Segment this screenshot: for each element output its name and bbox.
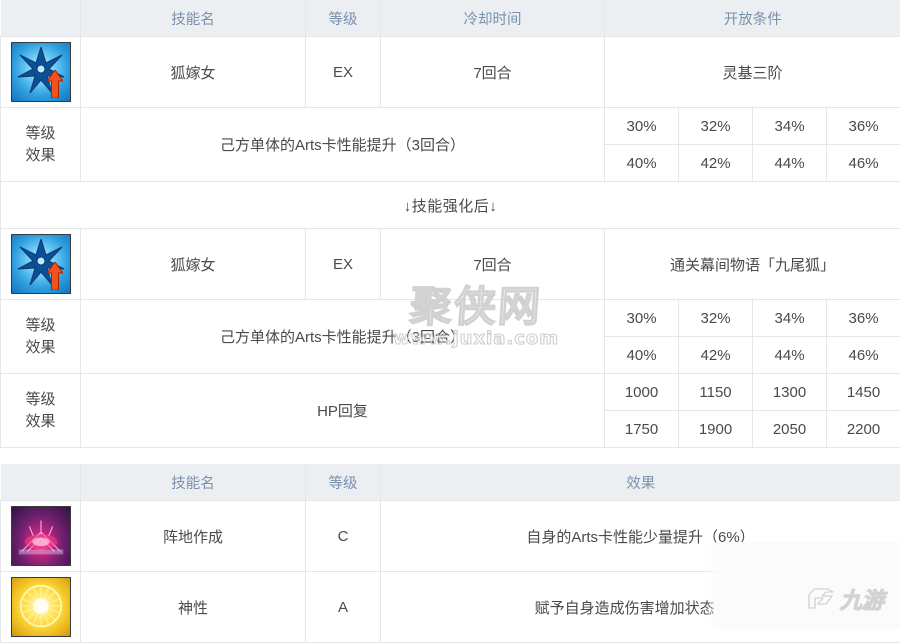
skill-rank: EX [306, 37, 381, 108]
skill-unlock-condition: 灵基三阶 [605, 37, 900, 108]
level-value: 40% [605, 145, 679, 182]
level-effect-row-1: 等级 效果 HP回复 1000 1150 1300 1450 1600 [1, 374, 900, 411]
divinity-sun-glyph [12, 578, 70, 636]
skill-icon-cell [1, 501, 81, 572]
level-effect-label-line2: 效果 [1, 337, 80, 359]
passive-skill-rank: A [306, 572, 381, 643]
level-value: 34% [753, 300, 827, 337]
arts-up-icon [11, 234, 71, 294]
level-value: 1300 [753, 374, 827, 411]
level-value: 30% [605, 300, 679, 337]
passive-skill-rank: C [306, 501, 381, 572]
level-value: 2050 [753, 411, 827, 448]
level-value: 46% [827, 337, 900, 374]
header-skill-name: 技能名 [81, 0, 306, 37]
level-value: 30% [605, 108, 679, 145]
skill-row-after: 狐嫁女 EX 7回合 通关幕间物语「九尾狐」 [1, 229, 900, 300]
enhancement-separator-label: ↓技能强化后↓ [1, 182, 900, 229]
level-value: 40% [605, 337, 679, 374]
level-effect-label-line1: 等级 [1, 389, 80, 411]
arts-up-arrow-glyph [47, 262, 63, 290]
table-gap [0, 448, 900, 464]
skill-icon-cell [1, 572, 81, 643]
level-value: 34% [753, 108, 827, 145]
header-rank: 等级 [306, 0, 381, 37]
level-value: 44% [753, 145, 827, 182]
skill-name: 狐嫁女 [81, 229, 306, 300]
level-value: 46% [827, 145, 900, 182]
skill-info-page: 技能名 等级 冷却时间 开放条件 狐嫁女 EX 7回合 [0, 0, 900, 629]
level-value: 36% [827, 108, 900, 145]
skill-cooldown: 7回合 [381, 229, 605, 300]
level-effect-label-line1: 等级 [1, 315, 80, 337]
level-value: 1150 [679, 374, 753, 411]
header-effect: 效果 [381, 464, 900, 501]
level-value: 1900 [679, 411, 753, 448]
passive-table-header-row: 技能名 等级 效果 [1, 464, 900, 501]
skill-rank: EX [306, 229, 381, 300]
level-effect-description: HP回复 [81, 374, 605, 448]
skill-name: 狐嫁女 [81, 37, 306, 108]
arts-up-arrow-glyph [47, 70, 63, 98]
content-overlay-block [720, 542, 900, 629]
level-effect-label: 等级 效果 [1, 108, 81, 182]
header-icon-col [1, 0, 81, 37]
level-value: 42% [679, 145, 753, 182]
header-unlock-condition: 开放条件 [605, 0, 900, 37]
level-effect-row-1: 等级 效果 己方单体的Arts卡性能提升（3回合） 30% 32% 34% 36… [1, 300, 900, 337]
level-effect-label-line2: 效果 [1, 411, 80, 433]
skill-icon-cell [1, 37, 81, 108]
level-value: 32% [679, 300, 753, 337]
level-value: 32% [679, 108, 753, 145]
passive-skill-name: 阵地作成 [81, 501, 306, 572]
level-value: 42% [679, 337, 753, 374]
level-effect-label: 等级 效果 [1, 300, 81, 374]
arts-up-icon [11, 42, 71, 102]
enhancement-separator-row: ↓技能强化后↓ [1, 182, 900, 229]
level-effect-label-line2: 效果 [1, 145, 80, 167]
level-effect-label: 等级 效果 [1, 374, 81, 448]
level-value: 2200 [827, 411, 900, 448]
active-table-header-row: 技能名 等级 冷却时间 开放条件 [1, 0, 900, 37]
level-effect-description: 己方单体的Arts卡性能提升（3回合） [81, 300, 605, 374]
level-value: 44% [753, 337, 827, 374]
skill-icon-cell [1, 229, 81, 300]
divinity-icon [11, 577, 71, 637]
level-effect-row-1: 等级 效果 己方单体的Arts卡性能提升（3回合） 30% 32% 34% 36… [1, 108, 900, 145]
header-icon-col [1, 464, 81, 501]
active-skill-table: 技能名 等级 冷却时间 开放条件 狐嫁女 EX 7回合 [0, 0, 900, 448]
level-effect-label-line1: 等级 [1, 123, 80, 145]
territory-glyph [12, 507, 70, 565]
level-value: 1750 [605, 411, 679, 448]
level-value: 36% [827, 300, 900, 337]
skill-cooldown: 7回合 [381, 37, 605, 108]
skill-unlock-condition: 通关幕间物语「九尾狐」 [605, 229, 900, 300]
header-rank: 等级 [306, 464, 381, 501]
skill-row-before: 狐嫁女 EX 7回合 灵基三阶 [1, 37, 900, 108]
level-effect-description: 己方单体的Arts卡性能提升（3回合） [81, 108, 605, 182]
passive-skill-name: 神性 [81, 572, 306, 643]
header-cooldown: 冷却时间 [381, 0, 605, 37]
header-skill-name: 技能名 [81, 464, 306, 501]
territory-creation-icon [11, 506, 71, 566]
level-value: 1000 [605, 374, 679, 411]
level-value: 1450 [827, 374, 900, 411]
